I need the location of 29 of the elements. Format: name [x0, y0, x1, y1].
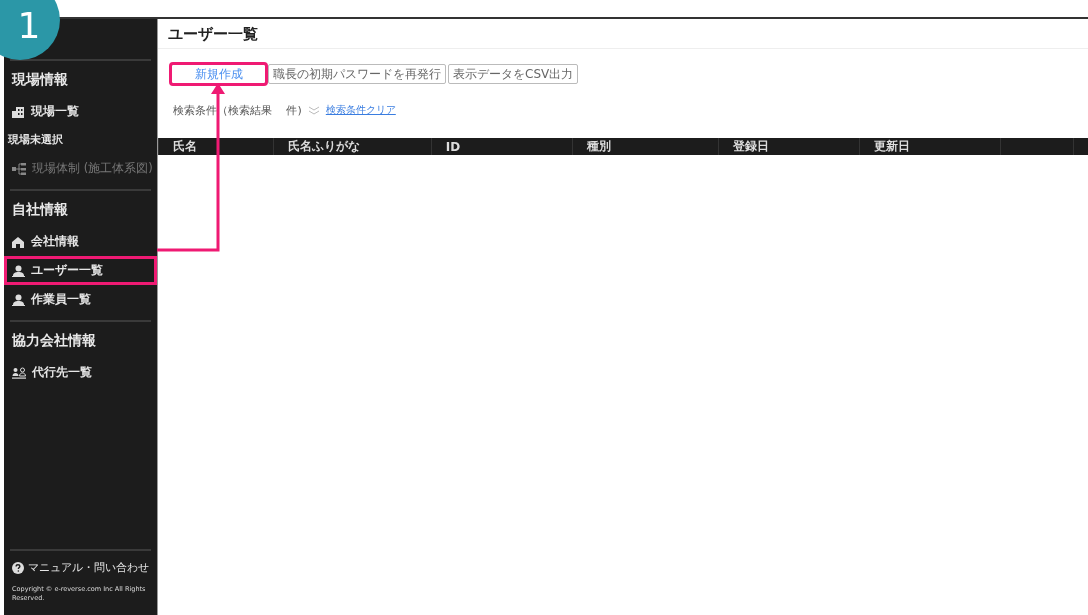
column-header: 更新日: [859, 138, 1001, 155]
column-header: 氏名ふりがな: [273, 138, 432, 155]
column-header: 種別: [572, 138, 719, 155]
house-icon: [12, 235, 25, 248]
column-header: 氏名: [158, 138, 274, 155]
sidebar-item[interactable]: 会社情報: [4, 227, 157, 256]
hierarchy-icon: [12, 162, 26, 175]
help-icon: [12, 561, 24, 575]
section-heading: 現場情報: [12, 71, 69, 89]
clear-link[interactable]: 検索条件クリア: [325, 103, 396, 117]
person-icon: [12, 293, 25, 306]
site-status-text: 現場未選択: [7, 132, 64, 147]
column-header: ID: [431, 138, 573, 155]
action-button[interactable]: 職長の初期パスワードを再発行: [268, 64, 446, 84]
section-heading: 自社情報: [12, 201, 69, 219]
column-header: 登録日: [718, 138, 860, 155]
building-icon: [12, 105, 25, 118]
section-heading: 協力会社情報: [12, 332, 97, 350]
help-link[interactable]: マニュアル・問い合わせ: [12, 561, 149, 575]
people-icon: [12, 366, 26, 379]
sidebar-item[interactable]: 作業員一覧: [4, 285, 157, 314]
sidebar-item[interactable]: ユーザー一覧: [4, 256, 157, 285]
action-button[interactable]: 表示データをCSV出力: [448, 64, 579, 84]
chevron-down-icon[interactable]: [307, 105, 320, 115]
page-title: ユーザー一覧: [158, 19, 1088, 49]
sidebar-item[interactable]: 現場一覧: [4, 97, 157, 126]
sidebar-item[interactable]: 代行先一覧: [4, 358, 157, 387]
step-badge: 1: [0, 0, 60, 60]
person-icon: [12, 264, 25, 277]
